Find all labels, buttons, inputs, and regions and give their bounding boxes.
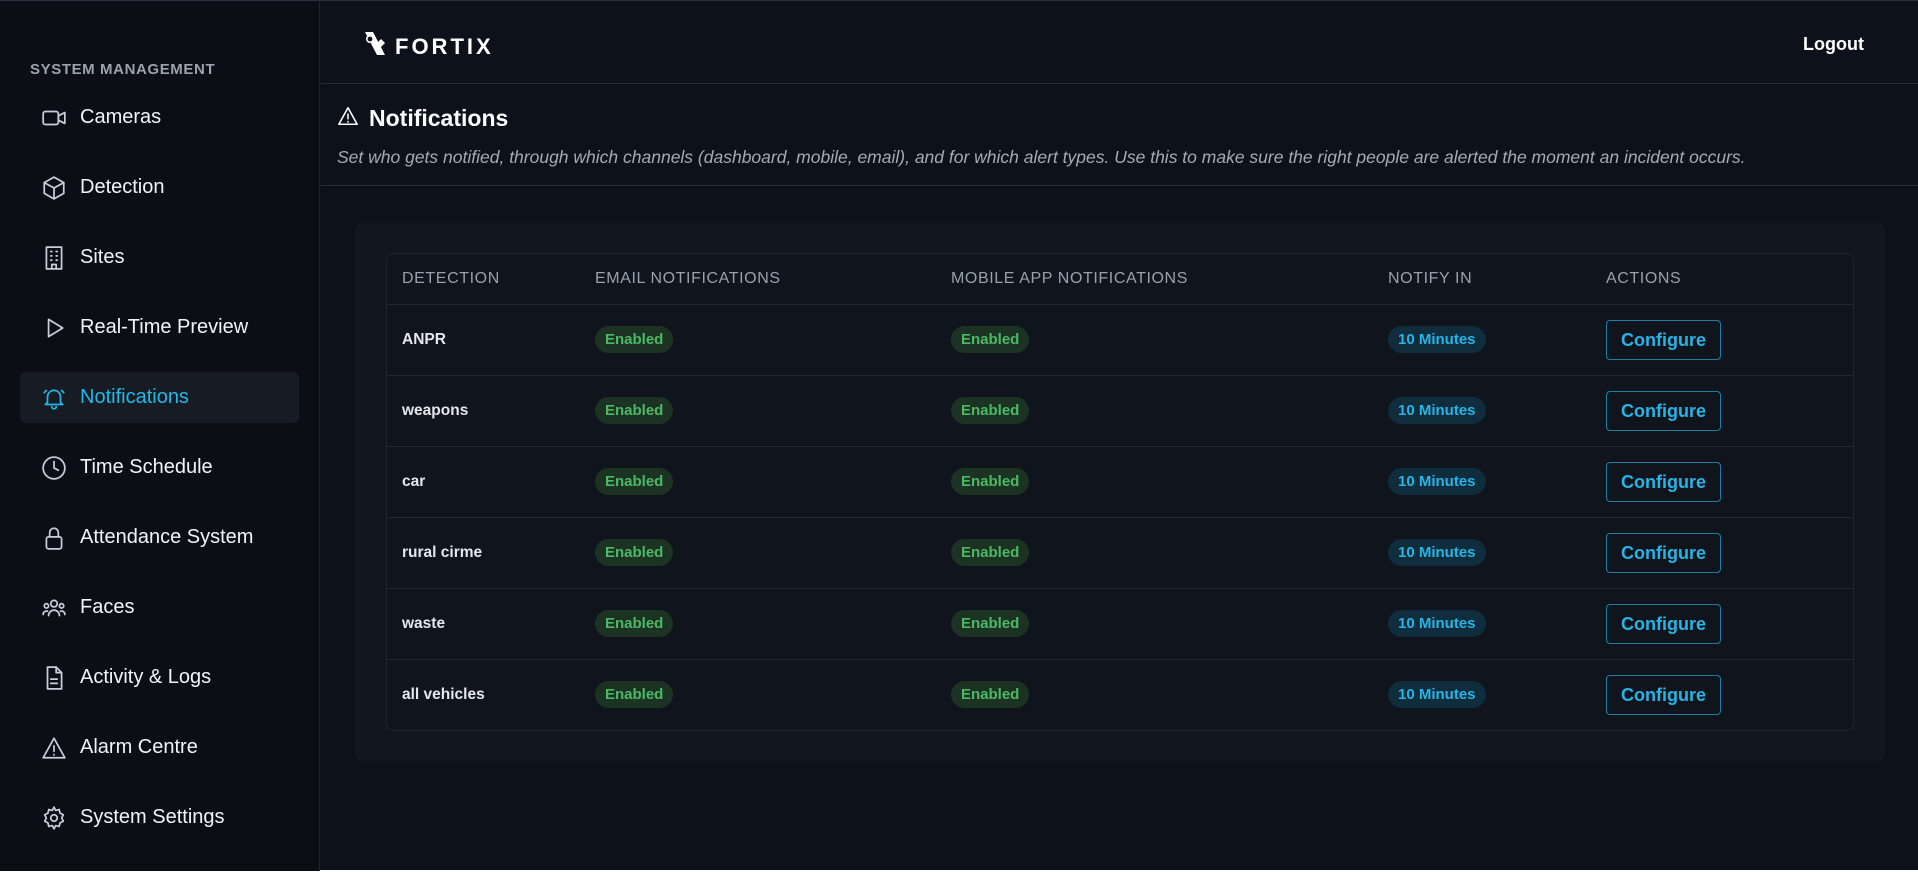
detection-name: weapons [387, 375, 595, 447]
table-row: weapons Enabled Enabled 10 Minutes Confi… [387, 375, 1853, 447]
configure-button[interactable]: Configure [1606, 319, 1721, 360]
sidebar-item-real-time-preview[interactable]: Real-Time Preview [20, 302, 299, 353]
sidebar-item-faces[interactable]: Faces [20, 582, 299, 633]
detection-name: car [387, 446, 595, 518]
top-bar: FORTIX Logout [321, 2, 1918, 84]
sidebar-item-sites[interactable]: Sites [20, 232, 299, 283]
table-row: rural cirme Enabled Enabled 10 Minutes C… [387, 517, 1853, 589]
email-status-badge: Enabled [595, 397, 674, 424]
sidebar-item-detection[interactable]: Detection [20, 162, 299, 213]
column-header-notify-in[interactable]: NOTIFY IN [1388, 254, 1606, 305]
bell-icon [40, 384, 68, 412]
configure-button[interactable]: Configure [1606, 674, 1721, 715]
play-icon [40, 314, 68, 342]
notify-in-badge: 10 Minutes [1388, 468, 1486, 495]
table-row: car Enabled Enabled 10 Minutes Configure [387, 446, 1853, 518]
sidebar-item-label: Sites [80, 246, 125, 268]
sidebar-item-cameras[interactable]: Cameras [20, 92, 299, 143]
notifications-table: DETECTION EMAIL NOTIFICATIONS MOBILE APP… [387, 254, 1853, 730]
mobile-status-badge: Enabled [951, 539, 1030, 566]
logo-text: FORTIX [395, 33, 494, 59]
column-header-email[interactable]: EMAIL NOTIFICATIONS [595, 254, 951, 305]
logout-button[interactable]: Logout [1803, 34, 1864, 55]
page-header: Notifications Set who gets notified, thr… [321, 85, 1918, 186]
sidebar-item-alarm-centre[interactable]: Alarm Centre [20, 722, 299, 773]
warning-icon [40, 734, 68, 762]
mobile-status-badge: Enabled [951, 397, 1030, 424]
warning-icon [337, 105, 359, 132]
mobile-status-badge: Enabled [951, 610, 1030, 637]
sidebar-item-system-settings[interactable]: System Settings [20, 792, 299, 843]
email-status-badge: Enabled [595, 468, 674, 495]
column-header-actions: ACTIONS [1606, 254, 1853, 305]
logo[interactable]: FORTIX [361, 29, 494, 64]
sidebar-item-time-schedule[interactable]: Time Schedule [20, 442, 299, 493]
notifications-table-container: DETECTION EMAIL NOTIFICATIONS MOBILE APP… [386, 253, 1854, 731]
sidebar-item-activity-logs[interactable]: Activity & Logs [20, 652, 299, 703]
table-header-row: DETECTION EMAIL NOTIFICATIONS MOBILE APP… [387, 254, 1853, 305]
sidebar-nav: Cameras Detection Sites Real-Time Previe… [20, 92, 299, 862]
sidebar-item-label: Activity & Logs [80, 666, 212, 688]
sidebar-item-label: Attendance System [80, 526, 254, 548]
notify-in-badge: 10 Minutes [1388, 326, 1486, 353]
sidebar-item-label: Cameras [80, 106, 162, 128]
mobile-status-badge: Enabled [951, 326, 1030, 353]
sidebar-item-label: Time Schedule [80, 456, 213, 478]
configure-button[interactable]: Configure [1606, 390, 1721, 431]
email-status-badge: Enabled [595, 681, 674, 709]
column-header-detection[interactable]: DETECTION [387, 254, 595, 305]
camera-icon [40, 104, 68, 132]
sidebar-heading: SYSTEM MANAGEMENT [30, 61, 216, 78]
gear-icon [40, 804, 68, 832]
sidebar-item-label: Alarm Centre [80, 736, 198, 758]
page-title: Notifications [369, 105, 509, 131]
sidebar-item-label: Notifications [80, 386, 189, 408]
page-title-row: Notifications [337, 105, 508, 132]
table-row: waste Enabled Enabled 10 Minutes Configu… [387, 588, 1853, 660]
table-row: ANPR Enabled Enabled 10 Minutes Configur… [387, 304, 1853, 376]
page-description: Set who gets notified, through which cha… [337, 147, 1746, 167]
column-header-mobile[interactable]: MOBILE APP NOTIFICATIONS [951, 254, 1388, 305]
sidebar-item-notifications[interactable]: Notifications [20, 372, 299, 423]
cube-icon [40, 174, 68, 202]
sidebar-item-label: System Settings [80, 806, 225, 828]
configure-button[interactable]: Configure [1606, 603, 1721, 644]
detection-name: ANPR [387, 304, 595, 376]
users-icon [40, 594, 68, 622]
notify-in-badge: 10 Minutes [1388, 610, 1486, 637]
notify-in-badge: 10 Minutes [1388, 539, 1486, 566]
notify-in-badge: 10 Minutes [1388, 681, 1486, 709]
detection-name: rural cirme [387, 517, 595, 589]
email-status-badge: Enabled [595, 326, 674, 353]
email-status-badge: Enabled [595, 539, 674, 566]
configure-button[interactable]: Configure [1606, 461, 1721, 502]
table-row: all vehicles Enabled Enabled 10 Minutes … [387, 659, 1853, 730]
sidebar-item-attendance-system[interactable]: Attendance System [20, 512, 299, 563]
lock-icon [40, 524, 68, 552]
notify-in-badge: 10 Minutes [1388, 397, 1486, 424]
document-icon [40, 664, 68, 692]
app-window: SYSTEM MANAGEMENT Cameras Detection Site… [0, 0, 1918, 871]
detection-name: waste [387, 588, 595, 660]
mobile-status-badge: Enabled [951, 468, 1030, 495]
building-icon [40, 244, 68, 272]
sidebar-item-label: Real-Time Preview [80, 316, 249, 338]
sidebar-item-label: Detection [80, 176, 165, 198]
clock-icon [40, 454, 68, 482]
content-panel: DETECTION EMAIL NOTIFICATIONS MOBILE APP… [355, 223, 1885, 761]
sidebar: SYSTEM MANAGEMENT Cameras Detection Site… [0, 2, 320, 871]
mobile-status-badge: Enabled [951, 681, 1030, 709]
logo-icon [361, 29, 389, 64]
sidebar-item-label: Faces [80, 596, 135, 618]
detection-name: all vehicles [402, 685, 485, 703]
configure-button[interactable]: Configure [1606, 532, 1721, 573]
email-status-badge: Enabled [595, 610, 674, 637]
